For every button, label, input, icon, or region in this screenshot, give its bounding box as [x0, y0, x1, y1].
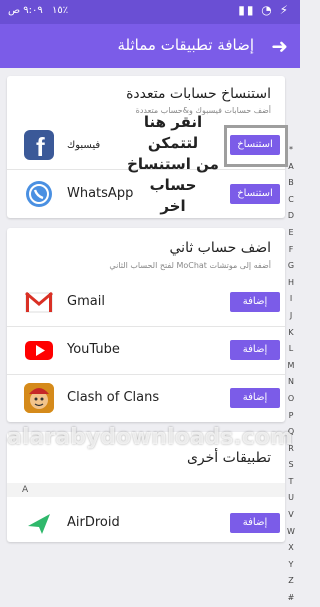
alphabet-index-letter[interactable]: K	[284, 325, 298, 342]
app-name: YouTube	[67, 342, 120, 357]
list-item: Clash of Clans إضافة	[7, 378, 285, 418]
section-letter: A	[22, 485, 29, 495]
alphabet-index-letter[interactable]: I	[284, 291, 298, 308]
alphabet-index-letter[interactable]: O	[284, 391, 298, 408]
alphabet-index-letter[interactable]: D	[284, 208, 298, 225]
section-header: A	[7, 483, 285, 497]
second-card-title: اضف حساب ثاني	[169, 240, 272, 256]
second-card-subtitle: أضفه إلى موتشات MoChat لفتح الحساب الثان…	[109, 261, 271, 270]
watermark: alarabydownloads.com	[7, 425, 293, 450]
alphabet-index-letter[interactable]: N	[284, 374, 298, 391]
app-name: Gmail	[67, 294, 105, 309]
alphabet-index-letter[interactable]: C	[284, 192, 298, 209]
alphabet-index-letter[interactable]: Y	[284, 557, 298, 574]
list-item: AirDroid إضافة	[7, 503, 285, 543]
alphabet-index-letter[interactable]: U	[284, 490, 298, 507]
app-bar: ➜ إضافة تطبيقات مماثلة	[0, 24, 300, 68]
add-button[interactable]: إضافة	[230, 513, 280, 533]
add-button[interactable]: إضافة	[230, 388, 280, 408]
alphabet-index-letter[interactable]: W	[284, 524, 298, 541]
divider	[7, 374, 285, 375]
alphabet-index-letter[interactable]: V	[284, 507, 298, 524]
clash-of-clans-icon	[24, 383, 54, 413]
gmail-icon	[24, 287, 54, 317]
highlight-box	[224, 125, 288, 167]
alphabet-index-letter[interactable]: *	[284, 142, 298, 159]
alphabet-index-letter[interactable]: B	[284, 175, 298, 192]
status-bar: ٩:٠٩ ص ١٥٪ ▮▮ ◔ ⚡	[0, 0, 300, 24]
alphabet-index-letter[interactable]: L	[284, 341, 298, 358]
annotation-line: من استنساخ حساب	[127, 155, 219, 194]
clone-card-title: استنساخ حسابات متعددة	[126, 86, 271, 102]
list-item: Gmail إضافة	[7, 282, 285, 322]
clone-button[interactable]: استنساخ	[230, 184, 280, 204]
status-time: ٩:٠٩ ص	[8, 5, 43, 16]
alphabet-index-letter[interactable]: H	[284, 275, 298, 292]
alphabet-index-letter[interactable]: #	[284, 590, 298, 607]
alphabet-index-letter[interactable]: X	[284, 540, 298, 557]
annotation-line: انقر هنا لتتمكن	[143, 113, 203, 152]
alphabet-index-letter[interactable]: T	[284, 474, 298, 491]
alphabet-index-letter[interactable]: A	[284, 159, 298, 176]
alphabet-index-letter[interactable]: S	[284, 457, 298, 474]
alphabet-index-letter[interactable]: J	[284, 308, 298, 325]
alphabet-index-letter[interactable]: F	[284, 242, 298, 259]
app-name: AirDroid	[67, 515, 120, 530]
youtube-icon	[24, 335, 54, 365]
airdroid-icon	[24, 508, 54, 538]
alphabet-index[interactable]: * A B C D E F G H I J K L M N O P Q R S T U V W X Y Z #	[284, 142, 298, 607]
svg-text:f: f	[36, 132, 45, 160]
add-button[interactable]: إضافة	[230, 292, 280, 312]
app-name: فيسبوك	[67, 140, 101, 151]
facebook-icon: f	[24, 130, 54, 162]
list-item: YouTube إضافة	[7, 330, 285, 370]
other-card-title: تطبيقات أخرى	[186, 450, 271, 466]
alphabet-index-letter[interactable]: E	[284, 225, 298, 242]
divider	[7, 326, 285, 327]
second-account-card: اضف حساب ثاني أضفه إلى موتشات MoChat لفت…	[7, 228, 285, 422]
battery-level: ١٥٪	[52, 5, 69, 16]
alphabet-index-letter[interactable]: M	[284, 358, 298, 375]
alphabet-index-letter[interactable]: G	[284, 258, 298, 275]
add-button[interactable]: إضافة	[230, 340, 280, 360]
arrow-back-icon[interactable]: ➜	[271, 34, 288, 58]
page-title: إضافة تطبيقات مماثلة	[117, 36, 255, 54]
whatsapp-icon	[24, 179, 54, 209]
app-name: Clash of Clans	[67, 390, 160, 405]
status-icons: ▮▮ ◔ ⚡	[238, 3, 290, 17]
annotation-text: انقر هنا لتتمكن من استنساخ حساب اخر	[118, 112, 228, 217]
annotation-line: اخر	[160, 197, 186, 215]
alphabet-index-letter[interactable]: Z	[284, 573, 298, 590]
alphabet-index-letter[interactable]: P	[284, 408, 298, 425]
